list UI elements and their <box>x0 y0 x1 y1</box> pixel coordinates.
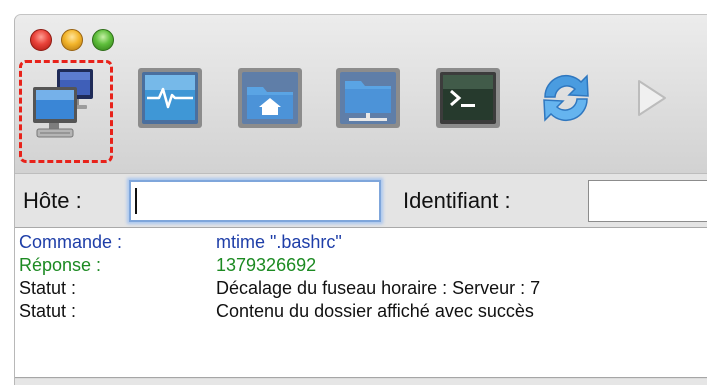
message-log[interactable]: Commande : mtime ".bashrc" Réponse : 137… <box>15 228 707 378</box>
app-window: Hôte : Identifiant : Commande : mtime ".… <box>14 14 707 385</box>
local-folder-icon <box>238 68 302 128</box>
site-manager-highlight <box>19 60 113 163</box>
log-type: Réponse : <box>19 255 102 275</box>
host-input[interactable] <box>129 180 381 222</box>
refresh-button[interactable] <box>535 67 599 131</box>
close-window-button[interactable] <box>30 29 52 51</box>
terminal-icon <box>436 68 500 128</box>
log-type: Statut : <box>19 301 77 321</box>
network-folder-icon <box>336 68 400 128</box>
activity-monitor-button[interactable] <box>137 67 202 131</box>
toolbar <box>15 15 707 173</box>
zoom-window-button[interactable] <box>92 29 114 51</box>
play-button[interactable] <box>627 67 691 131</box>
log-message: mtime ".bashrc" <box>216 232 342 252</box>
play-icon <box>638 80 666 116</box>
activity-monitor-icon <box>138 68 202 128</box>
network-folder-button[interactable] <box>335 67 400 131</box>
quickconnect-bar: Hôte : Identifiant : <box>15 173 707 228</box>
log-type: Commande : <box>19 232 123 252</box>
text-caret <box>135 188 137 214</box>
refresh-icon <box>543 74 589 122</box>
log-message: Contenu du dossier affiché avec succès <box>216 301 534 321</box>
log-message: Décalage du fuseau horaire : Serveur : 7 <box>216 278 541 298</box>
local-folder-button[interactable] <box>237 67 302 131</box>
identifiant-label: Identifiant : <box>403 188 511 213</box>
log-message: 1379326692 <box>216 255 317 275</box>
terminal-button[interactable] <box>435 67 500 131</box>
host-label: Hôte : <box>23 188 82 213</box>
minimize-window-button[interactable] <box>61 29 83 51</box>
status-bar <box>15 379 707 385</box>
log-type: Statut : <box>19 278 77 298</box>
identifiant-input[interactable] <box>588 180 707 222</box>
